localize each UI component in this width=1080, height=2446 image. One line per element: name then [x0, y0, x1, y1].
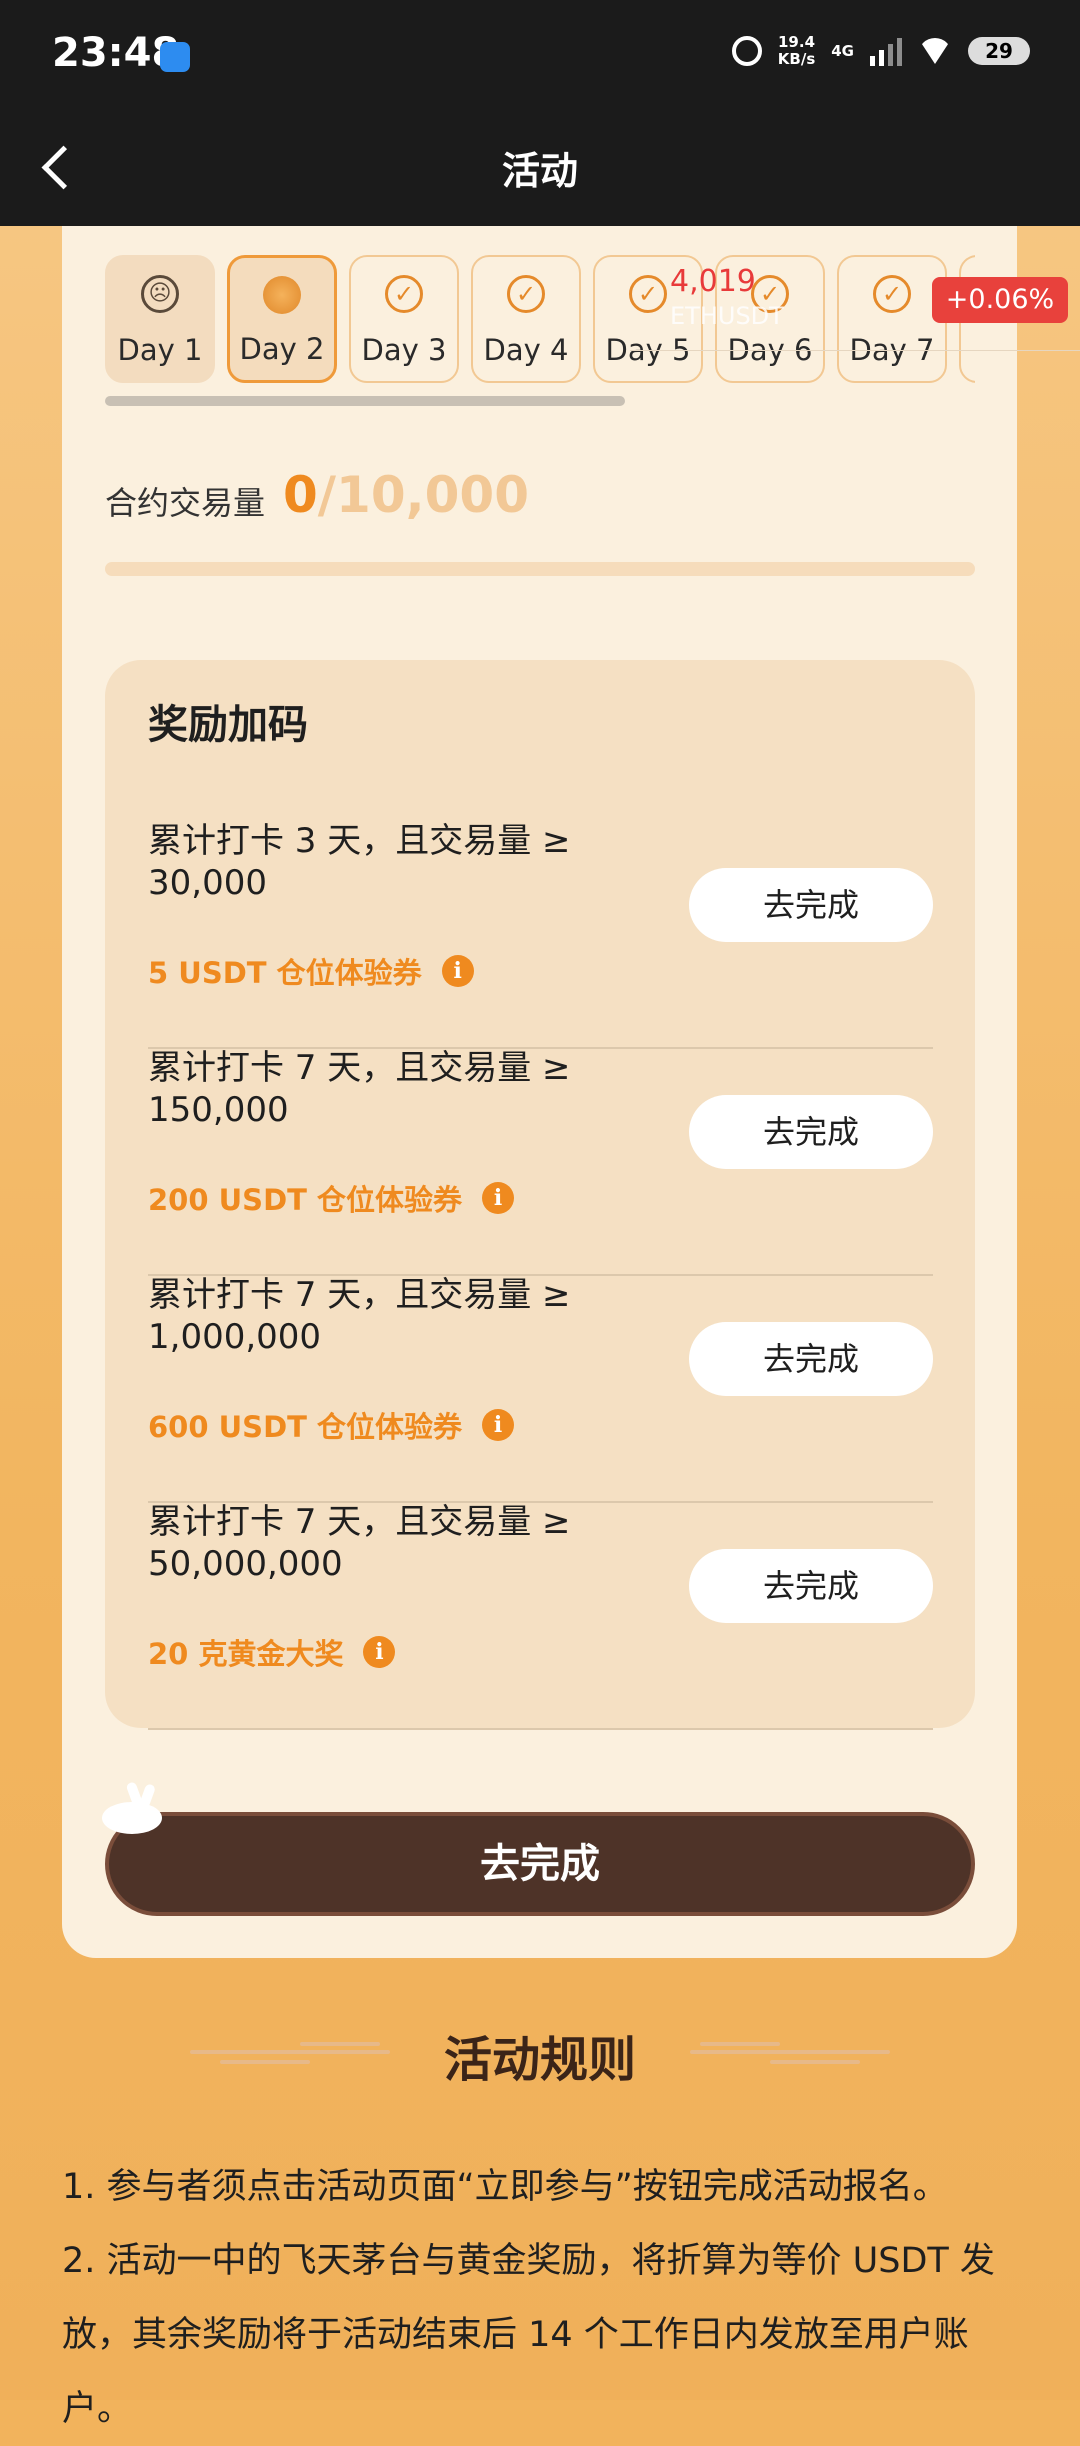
- task-reward-text: 20 克黄金大奖: [148, 1637, 344, 1671]
- check-circle-icon: ✓: [629, 275, 667, 313]
- rule-item: 1. 参与者须点击活动页面“立即参与”按钮完成活动报名。: [62, 2167, 948, 2207]
- bonus-title: 奖励加码: [148, 702, 308, 748]
- day-item-7[interactable]: ✓ Day 7: [837, 255, 947, 383]
- task-reward-text: 5 USDT 仓位体验券: [148, 956, 422, 990]
- task-reward: 20 克黄金大奖 i: [148, 1631, 396, 1673]
- day-label: Day 1: [117, 333, 203, 367]
- nav-bar: 活动: [0, 110, 1080, 226]
- task-complete-button[interactable]: 去完成: [689, 1549, 933, 1623]
- task-row: 累计打卡 7 天，且交易量 ≥ 150,000 200 USDT 仓位体验券 i…: [148, 1047, 933, 1276]
- check-circle-icon: ✓: [873, 275, 911, 313]
- day-label: Day 4: [483, 333, 569, 367]
- volume-label: 合约交易量: [105, 484, 266, 522]
- task-description: 累计打卡 7 天，且交易量 ≥ 1,000,000: [148, 1275, 571, 1357]
- network-speed: 19.4 KB/s: [778, 34, 815, 68]
- main-complete-button[interactable]: 去完成: [105, 1812, 975, 1916]
- task-row: 累计打卡 7 天，且交易量 ≥ 50,000,000 20 克黄金大奖 i 去完…: [148, 1501, 933, 1730]
- bonus-panel: 奖励加码 累计打卡 3 天，且交易量 ≥ 30,000 5 USDT 仓位体验券…: [105, 660, 975, 1730]
- task-reward: 5 USDT 仓位体验券 i: [148, 950, 474, 992]
- day-item-1[interactable]: ☹ Day 1: [105, 255, 215, 383]
- info-icon[interactable]: i: [441, 955, 474, 987]
- day-label: Day 3: [361, 333, 447, 367]
- check-circle-icon: ✓: [385, 275, 423, 313]
- ticker-divider: [630, 350, 1080, 351]
- check-circle-icon: ✓: [507, 275, 545, 313]
- day-item-3[interactable]: ✓ Day 3: [349, 255, 459, 383]
- rules-list: 1. 参与者须点击活动页面“立即参与”按钮完成活动报名。 2. 活动一中的飞天茅…: [62, 2150, 1022, 2446]
- day-item-2[interactable]: Day 2: [227, 255, 337, 383]
- info-icon[interactable]: i: [482, 1182, 515, 1214]
- info-icon[interactable]: i: [482, 1409, 515, 1441]
- task-reward-text: 200 USDT 仓位体验券: [148, 1183, 463, 1217]
- volume-target: /10,000: [317, 466, 530, 524]
- status-bar: 23:48 19.4 KB/s 4G 29: [0, 0, 1080, 110]
- day-scrollbar[interactable]: [105, 396, 625, 406]
- volume-current: 0: [283, 466, 318, 524]
- rule-item: 2. 活动一中的飞天茅台与黄金奖励，将折算为等价 USDT 发放，其余奖励将于活…: [62, 2241, 995, 2429]
- task-complete-button[interactable]: 去完成: [689, 1322, 933, 1396]
- day-item-4[interactable]: ✓ Day 4: [471, 255, 581, 383]
- task-description: 累计打卡 7 天，且交易量 ≥ 150,000: [148, 1048, 571, 1130]
- page-title: 活动: [501, 149, 578, 193]
- network-type: 4G: [831, 42, 854, 60]
- task-reward: 600 USDT 仓位体验券 i: [148, 1404, 515, 1446]
- bunny-icon: [92, 1780, 172, 1836]
- ticker-change-badge[interactable]: +0.06%: [932, 277, 1068, 323]
- task-reward-text: 600 USDT 仓位体验券: [148, 1410, 463, 1444]
- status-icons: 19.4 KB/s 4G 29: [731, 34, 1030, 68]
- day-selector[interactable]: ☹ Day 1 Day 2 ✓ Day 3 ✓ Day 4 ✓ Day 5 ✓ …: [105, 255, 975, 385]
- signal-icon: [870, 36, 902, 66]
- task-description: 累计打卡 7 天，且交易量 ≥ 50,000,000: [148, 1502, 571, 1584]
- volume-value: 0/10,000: [283, 466, 529, 524]
- ticker-symbol: ETHUSDT: [670, 302, 784, 330]
- task-complete-button[interactable]: 去完成: [689, 1095, 933, 1169]
- task-row: 累计打卡 3 天，且交易量 ≥ 30,000 5 USDT 仓位体验券 i 去完…: [148, 820, 933, 1049]
- coin-icon: [263, 276, 301, 314]
- wifi-icon: [918, 38, 952, 64]
- sad-face-icon: ☹: [141, 275, 179, 313]
- task-description: 累计打卡 3 天，且交易量 ≥ 30,000: [148, 821, 571, 903]
- task-row: 累计打卡 7 天，且交易量 ≥ 1,000,000 600 USDT 仓位体验券…: [148, 1274, 933, 1503]
- battery-icon: 29: [968, 37, 1030, 65]
- network-speed-unit: KB/s: [777, 50, 816, 68]
- rules-title: 活动规则: [443, 2032, 636, 2088]
- network-speed-value: 19.4: [778, 33, 816, 51]
- task-reward: 200 USDT 仓位体验券 i: [148, 1177, 515, 1219]
- info-icon[interactable]: i: [363, 1636, 396, 1668]
- volume-progress-bar: [105, 562, 975, 576]
- day-label: Day 2: [239, 332, 325, 366]
- alarm-icon: [731, 36, 762, 66]
- task-complete-button[interactable]: 去完成: [689, 868, 933, 942]
- app-notification-icon: [160, 42, 190, 72]
- ticker-price: 4,019: [670, 264, 756, 299]
